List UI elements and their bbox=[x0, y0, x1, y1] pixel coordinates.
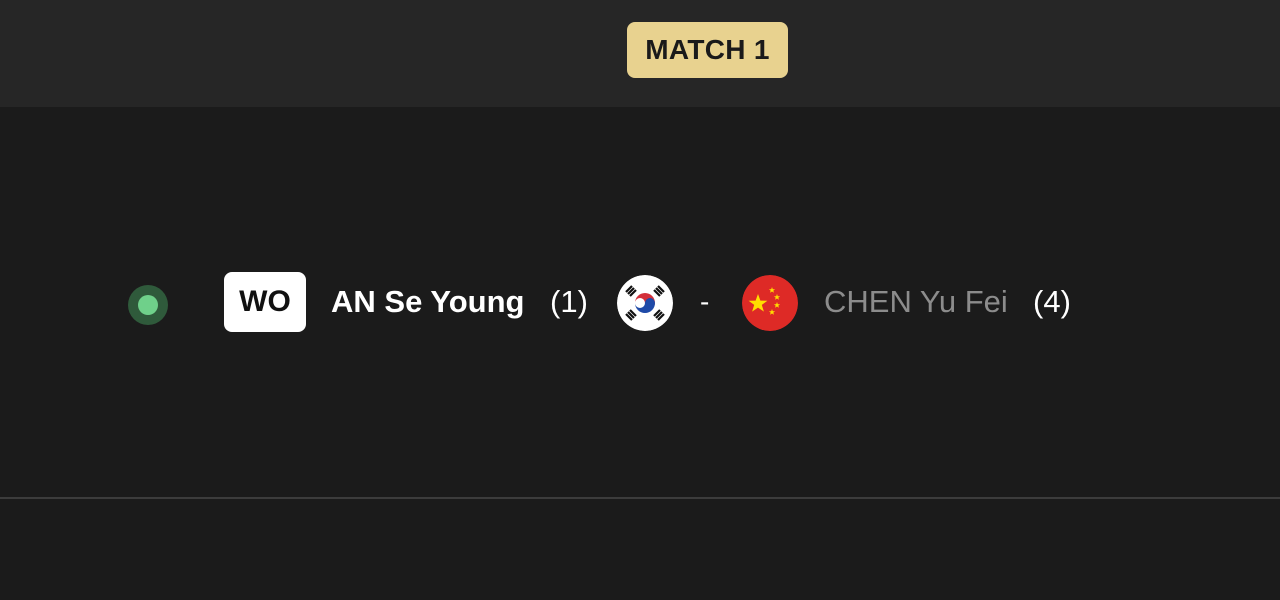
match-page: MATCH 1 WO AN Se Young (1) - CHEN Yu Fei… bbox=[0, 0, 1280, 600]
china-flag-icon bbox=[742, 275, 798, 331]
south-korea-flag-icon bbox=[617, 275, 673, 331]
match-header: MATCH 1 bbox=[0, 0, 1280, 107]
player-b-seed: (4) bbox=[1033, 284, 1071, 319]
row-divider bbox=[0, 497, 1280, 499]
live-status-indicator bbox=[128, 285, 168, 325]
versus-separator: - bbox=[700, 286, 710, 317]
walkover-badge: WO bbox=[224, 272, 306, 332]
player-a-seed: (1) bbox=[550, 284, 588, 319]
player-b-name: CHEN Yu Fei bbox=[824, 284, 1008, 319]
match-number-badge: MATCH 1 bbox=[627, 22, 788, 78]
player-a-name: AN Se Young bbox=[331, 284, 525, 319]
match-row[interactable]: WO AN Se Young (1) - CHEN Yu Fei (4) bbox=[0, 272, 1280, 332]
